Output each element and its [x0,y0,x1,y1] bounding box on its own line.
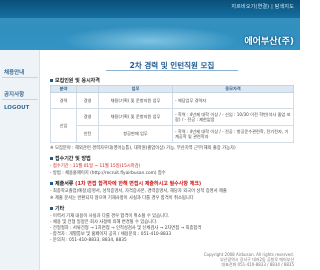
main-content: 2차 경력 및 인턴직원 모집 모집인원 및 응시자격 분야 업무 응모자격 경… [48,50,296,270]
bullet-square-icon [50,182,53,185]
site-header: 지르비오기(연결) | 탐색지도 에어부산(주) [0,0,300,50]
table-cell-field: 신입 [50,108,77,143]
table-header-qualifications: 응모자격 [172,85,294,93]
recruitment-table: 분야 업무 응모자격 경력 경영 채용(기획) 및 운항지원 업무 - 해당업무… [50,85,294,143]
table-row: 신입 경영 채용(기획) 및 운항지원 업무 - 학력 : 4년제 대학 이상 … [50,108,294,143]
footer-contact: 대표전화 051-410-8833 / 8834 / 8835 [221,262,294,267]
table-cell-duties: 채용(기획) 및 운항지원 업무 [98,108,173,126]
documents-note: ※ 제출 문서는 반환되지 않으며 기재사항이 사실과 다를 경우 합격이 취소… [50,196,194,201]
table-header-field: 분야 [50,85,77,93]
bullet-square-icon [50,207,53,210]
section-heading-recruitment: 모집인원 및 응시자격 [50,77,100,84]
table-row: 경력 경영 채용(기획) 및 운항지원 업무 - 해당업무 경력자 [50,92,294,109]
bullet-square-icon [50,157,53,160]
table-cell-sub: 경영 [76,108,99,126]
sidebar-divider [2,77,38,78]
table-header-duties: 업무 [98,85,173,93]
company-logo[interactable]: 에어부산(주) [244,34,294,47]
documents-notice: (1차 면접 합격자에 한해 면접시 제출하시고 필수사항 체크) [75,181,202,187]
table-header-sub [76,85,99,93]
table-cell-qualifications: - 해당업무 경력자 [172,92,294,109]
table-cell-duties: 항공판매 업무 [98,125,173,143]
apply-method-link[interactable]: - 방법 : 채용홈페이지 (http://recruit.flyairbusa… [50,170,166,176]
logout-link[interactable]: LOGOUT [4,105,29,111]
table-cell-field: 경력 [50,92,77,109]
sidebar-divider [2,99,38,100]
section-heading-documents: 제출서류 (1차 면접 합격자에 한해 면접시 제출하시고 필수사항 체크) [50,180,201,187]
sidebar: 채용안내 공지사항 LOGOUT [0,50,40,270]
section-heading-etc: 기타 [50,205,64,212]
section-heading-apply: 접수기간 및 방법 [50,155,91,162]
table-footnote: ※ 모집분야 : 해외관련 경력자우대(영어능통), 대학원(졸업이상) 가능,… [50,146,236,151]
table-cell-qualifications: - 학력 : 4년제 대학 이상 / - 신입 : 10/30 이전 학번(석사… [172,108,294,126]
table-row: 인턴 항공판매 업무 - 학력 : 4년제 대학 이상 / - 전공 : 항공운… [51,125,294,143]
table-cell-duties: 채용(기획) 및 운항지원 업무 [98,92,173,109]
title-underline [106,70,238,71]
apply-period-text: - 접수기간 : 11월 01일 ~ 11월 15일(15시마감) [50,164,141,169]
sidebar-item-notice[interactable]: 공지사항 [4,90,24,98]
table-cell-sub: 인턴 [76,125,99,143]
table-header-row: 분야 업무 응모자격 [50,85,294,93]
top-utility-links[interactable]: 지르비오기(연결) | 탐색지도 [231,3,294,10]
table-cell-sub: 경영 [76,92,99,109]
bullet-square-icon [50,79,53,82]
site-footer: Copyright 2008 Airbusan. All rights rese… [204,252,294,267]
etc-line: - 문의처 : 051-410-8833, 8834, 8835 [50,238,127,243]
documents-text: - 최종학교졸업(예정)증명서, 성적증명서, 자격증사본, 경력증명서, 해당… [50,189,227,194]
table-cell-qualifications: - 학력 : 4년제 대학 이상 / - 전공 : 항공운수관련학, 전기전자,… [172,125,294,143]
header-wave-decoration [60,26,240,50]
sidebar-item-recruit-info[interactable]: 채용안내 [4,68,24,76]
